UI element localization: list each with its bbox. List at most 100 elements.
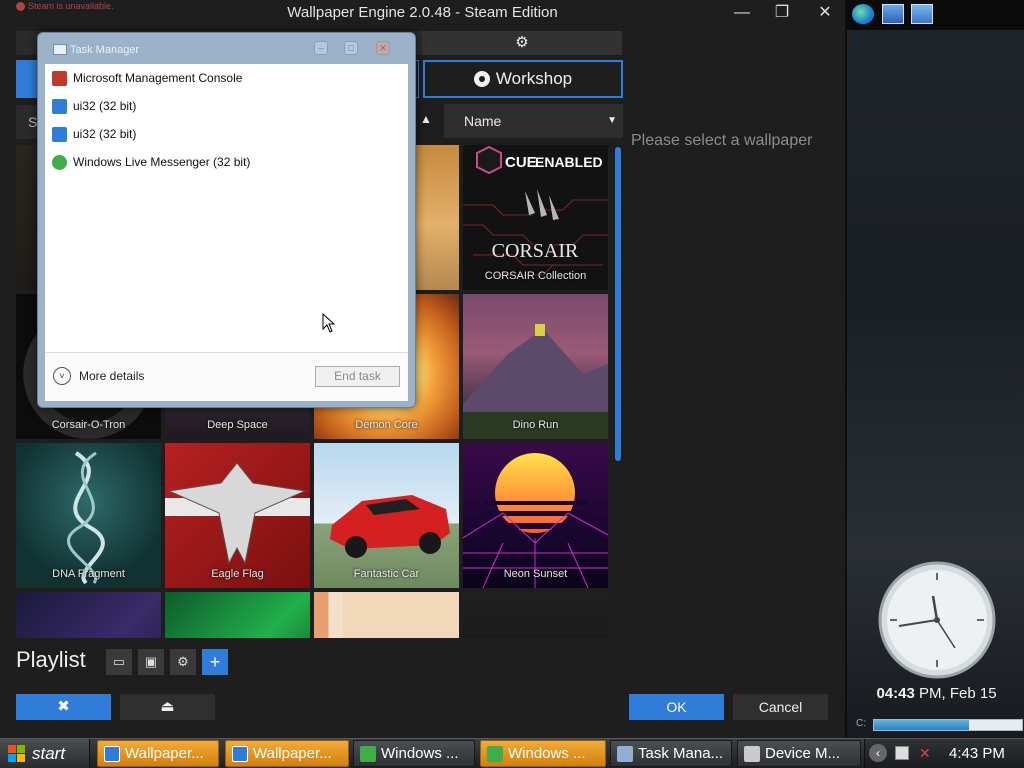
playlist-label: Playlist bbox=[16, 647, 86, 672]
wallpaper-tile[interactable]: Eagle Flag bbox=[165, 443, 310, 588]
wallpaper-tile[interactable]: Dino Run bbox=[463, 294, 608, 439]
clock-gadget[interactable] bbox=[877, 560, 997, 680]
wallpaper-label: Neon Sunset bbox=[503, 568, 568, 580]
window-title: Wallpaper Engine 2.0.48 - Steam Edition bbox=[287, 4, 558, 21]
app-name: Windows Live Messenger (32 bit) bbox=[73, 155, 251, 169]
sidebar-date: PM, Feb 15 bbox=[914, 685, 997, 702]
ok-button[interactable]: OK bbox=[629, 694, 724, 720]
playlist-settings-button[interactable]: ⚙ bbox=[170, 649, 196, 675]
add-icon: + bbox=[209, 652, 221, 672]
tray-expand-icon[interactable]: ‹ bbox=[869, 744, 887, 762]
taskbar-item[interactable]: Device M... bbox=[737, 740, 861, 767]
dna-artwork bbox=[67, 451, 105, 585]
sort-select-value: Name bbox=[464, 113, 502, 129]
wallpaper-engine-icon bbox=[232, 745, 248, 762]
sort-direction-icon[interactable]: ▲ bbox=[420, 112, 432, 126]
corsair-artwork: CORSAIR CUE ENABLED bbox=[463, 145, 608, 290]
quick-launch bbox=[847, 0, 1024, 30]
wallpaper-tile[interactable]: CORSAIR CUE ENABLED CORSAIR Collection bbox=[463, 145, 608, 290]
switch-windows-icon[interactable] bbox=[911, 4, 933, 24]
wallpaper-tile[interactable]: DNA Fragment bbox=[16, 443, 161, 588]
list-item[interactable]: Microsoft Management Console bbox=[45, 64, 408, 92]
device-manager-icon bbox=[744, 745, 760, 762]
wallpaper-label: Corsair-O-Tron bbox=[51, 419, 126, 431]
cue-badge: CUE bbox=[505, 154, 537, 171]
load-playlist-button[interactable]: ▭ bbox=[106, 649, 132, 675]
car-artwork bbox=[330, 495, 450, 558]
taskbar-item-label: Device M... bbox=[765, 745, 841, 762]
tm-close-button[interactable]: ✕ bbox=[376, 41, 390, 55]
add-to-playlist-button[interactable]: + bbox=[202, 649, 228, 675]
save-playlist-button[interactable]: ▣ bbox=[138, 649, 164, 675]
cancel-button[interactable]: Cancel bbox=[733, 694, 828, 720]
title-bar[interactable]: Steam is unavailable. Wallpaper Engine 2… bbox=[0, 0, 845, 28]
wallpaper-label: Dino Run bbox=[512, 419, 559, 431]
preview-placeholder: Please select a wallpaper bbox=[631, 132, 813, 149]
list-item[interactable]: ui32 (32 bit) bbox=[45, 92, 408, 120]
mouse-cursor-icon bbox=[322, 313, 336, 333]
gear-icon: ⚙ bbox=[515, 34, 529, 51]
app-name: Microsoft Management Console bbox=[73, 71, 243, 85]
sidebar-date-time: 04:43 PM, Feb 15 bbox=[847, 685, 1024, 702]
tray-clock[interactable]: 4:43 PM bbox=[949, 745, 1005, 762]
mmc-icon bbox=[52, 70, 67, 86]
upload-icon: ⏏ bbox=[160, 698, 175, 715]
grid-scrollbar[interactable] bbox=[615, 147, 621, 461]
chevron-down-icon: ▼ bbox=[607, 115, 617, 126]
close-button[interactable]: ✕ bbox=[815, 4, 835, 22]
tools-button[interactable]: ✖ bbox=[16, 694, 111, 720]
taskbar-item[interactable]: Windows ... bbox=[353, 740, 475, 767]
task-manager-title[interactable]: Task Manager bbox=[70, 44, 139, 56]
enabled-badge: ENABLED bbox=[535, 154, 603, 170]
wallpaper-label: Deep Space bbox=[207, 419, 268, 431]
steam-icon bbox=[473, 71, 490, 87]
start-button[interactable]: start bbox=[0, 739, 90, 768]
wallpaper-tile[interactable]: Neon Sunset bbox=[463, 443, 608, 588]
wallpaper-tile[interactable] bbox=[463, 592, 608, 638]
wallpaper-tile[interactable]: Fantastic Car bbox=[314, 443, 459, 588]
more-details-toggle[interactable]: ˅ More details bbox=[53, 367, 144, 385]
wallpaper-label: Demon Core bbox=[355, 419, 418, 431]
upload-button[interactable]: ⏏ bbox=[120, 694, 215, 720]
ui32-icon bbox=[52, 98, 67, 114]
list-item[interactable]: Windows Live Messenger (32 bit) bbox=[45, 148, 408, 176]
task-manager-icon bbox=[617, 745, 633, 762]
taskbar-item[interactable]: Task Mana... bbox=[610, 740, 732, 767]
taskbar-item-label: Windows ... bbox=[508, 745, 586, 762]
taskbar-item-label: Wallpaper... bbox=[125, 745, 204, 762]
show-desktop-icon[interactable] bbox=[882, 4, 904, 24]
tm-maximize-button[interactable]: □ bbox=[344, 41, 358, 55]
end-task-button[interactable]: End task bbox=[315, 366, 400, 387]
wallpaper-label: CORSAIR Collection bbox=[484, 270, 587, 282]
wallpaper-label: Fantastic Car bbox=[353, 568, 420, 580]
wallpaper-tile[interactable] bbox=[314, 592, 459, 638]
folder-icon: ▭ bbox=[112, 654, 126, 669]
sort-select[interactable]: Name ▼ bbox=[444, 104, 623, 138]
taskbar-item[interactable]: Windows ... bbox=[480, 740, 606, 767]
messenger-icon bbox=[360, 745, 376, 762]
wallpaper-tile[interactable] bbox=[165, 592, 310, 638]
app-name: ui32 (32 bit) bbox=[73, 99, 137, 113]
save-icon: ▣ bbox=[144, 654, 158, 669]
wallpaper-label: Eagle Flag bbox=[211, 568, 264, 580]
edge-icon[interactable] bbox=[852, 4, 874, 24]
ui32-icon bbox=[52, 126, 67, 142]
settings-tab[interactable]: ⚙ bbox=[422, 31, 622, 55]
list-item[interactable]: ui32 (32 bit) bbox=[45, 120, 408, 148]
wallpaper-engine-icon bbox=[104, 745, 120, 762]
maximize-button[interactable]: ❐ bbox=[772, 4, 792, 22]
volume-muted-icon[interactable]: ✕ bbox=[919, 745, 931, 762]
taskbar-item[interactable]: Wallpaper... bbox=[97, 740, 219, 767]
wallpaper-tile[interactable] bbox=[16, 592, 161, 638]
tab-workshop[interactable]: Workshop bbox=[423, 60, 623, 98]
task-manager-icon bbox=[53, 44, 67, 55]
network-icon[interactable] bbox=[895, 746, 909, 760]
messenger-icon bbox=[52, 154, 67, 170]
windows-sidebar: 04:43 PM, Feb 15 C: bbox=[845, 0, 1024, 738]
wallpaper-label: DNA Fragment bbox=[52, 568, 125, 580]
tm-minimize-button[interactable]: – bbox=[314, 41, 328, 55]
minimize-button[interactable]: — bbox=[732, 4, 752, 22]
taskbar-item[interactable]: Wallpaper... bbox=[225, 740, 349, 767]
taskbar-item-label: Task Mana... bbox=[638, 745, 724, 762]
settings-icon: ⚙ bbox=[177, 654, 189, 669]
